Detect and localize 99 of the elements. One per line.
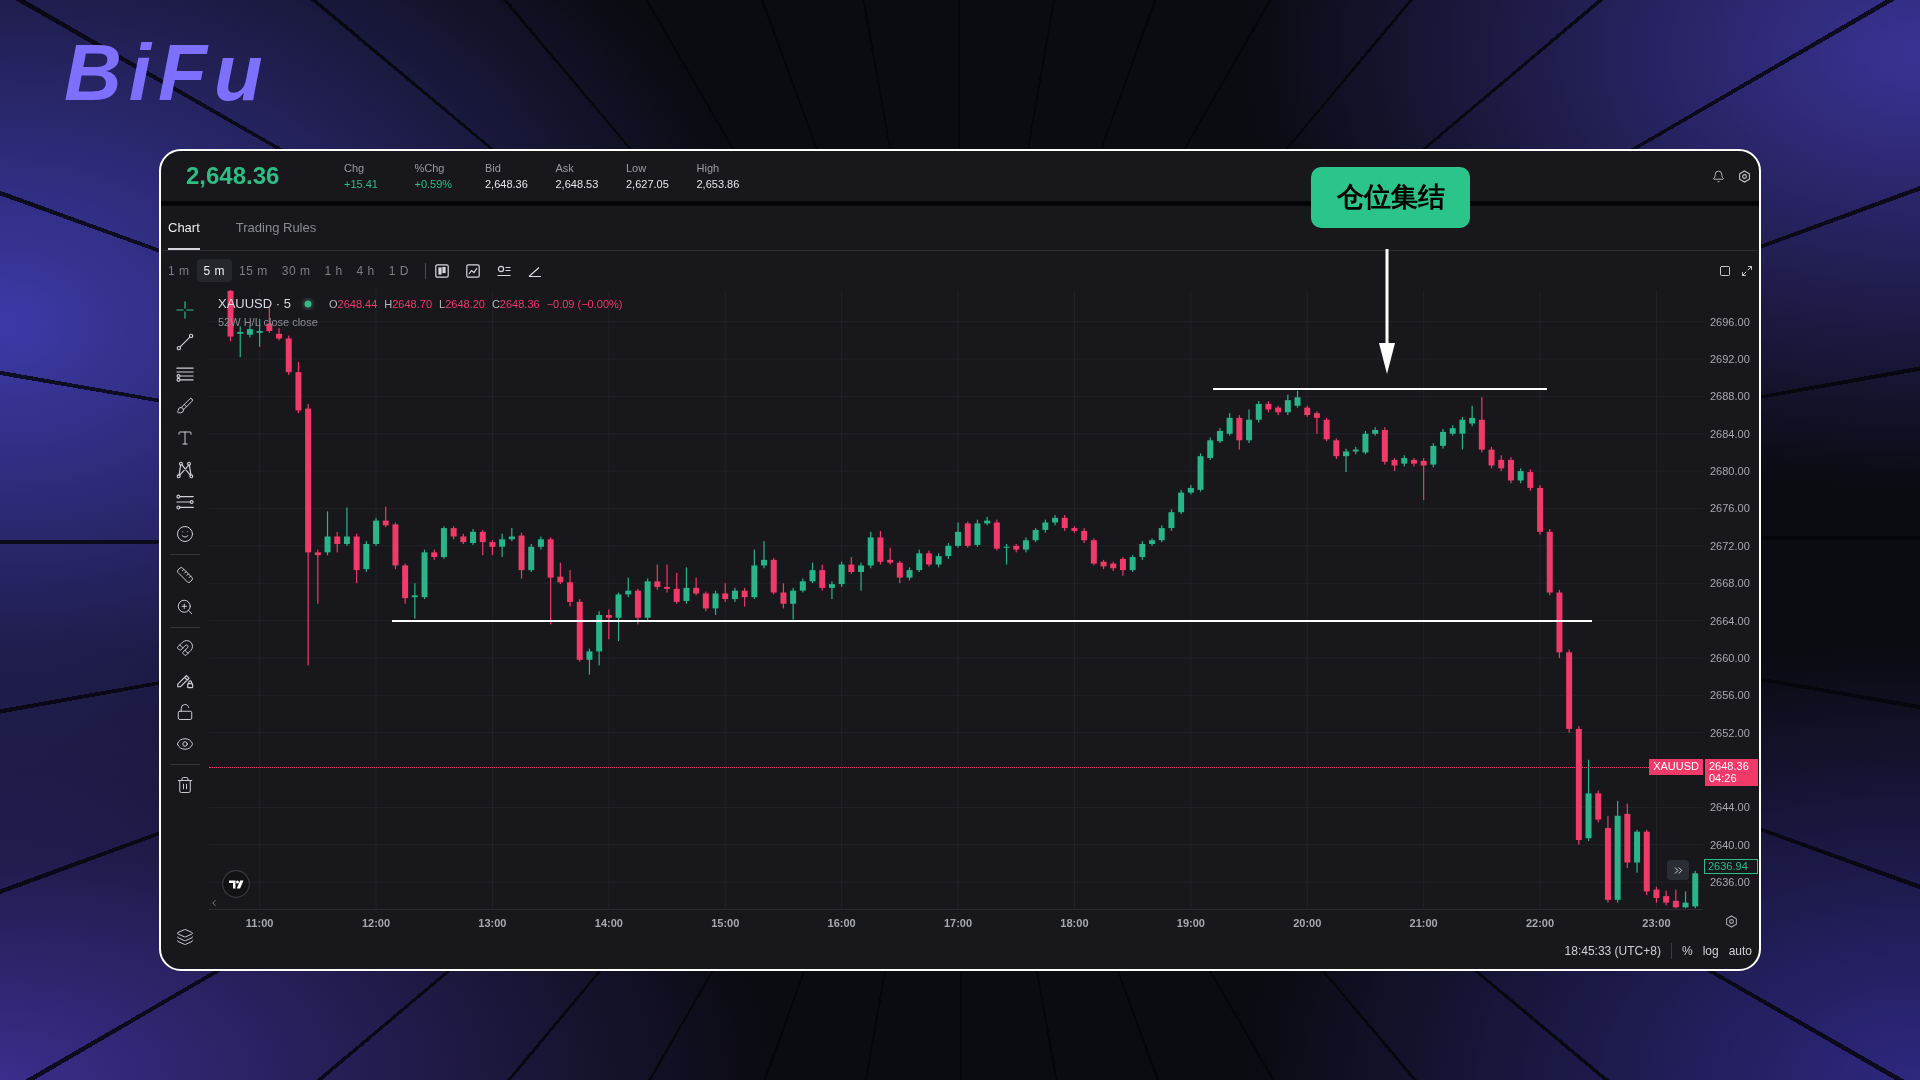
change-value: −0.09 (−0.00%) xyxy=(546,296,623,312)
bell-icon[interactable] xyxy=(1712,169,1725,183)
square-icon[interactable] xyxy=(1719,264,1731,277)
crosshair-icon[interactable] xyxy=(176,301,194,319)
candlestick xyxy=(828,581,835,600)
candlestick xyxy=(858,562,865,591)
time-axis-label: 17:00 xyxy=(943,916,973,931)
tag-price: 2648.36 xyxy=(1709,760,1750,773)
price-axis-label: 2664.00 xyxy=(1710,613,1750,628)
price-axis-label: 2640.00 xyxy=(1710,837,1750,852)
price-axis-label: 2672.00 xyxy=(1710,538,1750,553)
ohlc-field: H2648.70 xyxy=(384,295,432,312)
countdown-timer: 04:26 xyxy=(1709,772,1738,785)
candlestick xyxy=(664,564,671,593)
stat-value: 2,648.36 xyxy=(485,177,528,191)
zigzag-nodes-icon[interactable] xyxy=(176,461,194,479)
price-axis-label: 2696.00 xyxy=(1710,314,1750,329)
circle-lines-icon[interactable] xyxy=(496,263,511,278)
interval-button[interactable]: 4 h xyxy=(349,259,382,282)
price-axis-label: 2684.00 xyxy=(1710,426,1750,441)
zoom-in-icon[interactable] xyxy=(176,598,194,616)
scale-option-button[interactable]: % xyxy=(1681,942,1693,960)
stat-value: +0.59% xyxy=(414,177,453,191)
horizontal-lines-icon[interactable] xyxy=(176,365,194,383)
callout-label: 仓位集结 xyxy=(1311,167,1470,228)
lines-dots-icon[interactable] xyxy=(176,493,194,511)
horizontal-line[interactable] xyxy=(392,619,1592,622)
stat-label: Low xyxy=(626,161,647,175)
price-axis-label: 2644.00 xyxy=(1710,800,1750,815)
scale-option-button[interactable]: log xyxy=(1702,942,1719,960)
time-axis-label: 21:00 xyxy=(1409,916,1438,931)
layers-icon[interactable] xyxy=(176,928,194,946)
tab[interactable]: Trading Rules xyxy=(235,206,317,250)
price-axis-label: 2652.00 xyxy=(1710,725,1750,740)
interval-button[interactable]: 1 D xyxy=(381,259,416,282)
magnet-icon[interactable] xyxy=(176,639,194,657)
eye-icon[interactable] xyxy=(176,735,194,753)
stat-label: %Chg xyxy=(414,161,445,175)
ohlc-field: L2648.20 xyxy=(439,295,485,312)
price-axis-label: 2656.00 xyxy=(1710,688,1750,703)
timezone-clock: 18:45:33 (UTC+8) xyxy=(1564,943,1661,960)
stat-label: Bid xyxy=(485,161,501,175)
stat-value: +15.41 xyxy=(344,177,378,191)
line-segment-icon[interactable] xyxy=(176,333,194,351)
stat-label: Ask xyxy=(555,161,574,175)
price-axis-label: 2688.00 xyxy=(1710,389,1750,404)
line-chart-icon[interactable] xyxy=(465,263,480,278)
stat-value: 2,648.53 xyxy=(555,177,599,191)
candlestick xyxy=(1343,448,1350,473)
trash-icon[interactable] xyxy=(176,776,194,794)
expand-icon[interactable] xyxy=(1741,264,1753,277)
last-price-tag: 2636.94 xyxy=(1704,859,1758,875)
interval-button[interactable]: 1 h xyxy=(317,259,350,282)
price-axis-label: 2660.00 xyxy=(1710,650,1750,665)
ruler-icon[interactable] xyxy=(176,566,194,584)
time-axis-label: 20:00 xyxy=(1293,916,1322,931)
time-axis-label: 19:00 xyxy=(1176,916,1205,931)
lock-open-icon[interactable] xyxy=(176,703,194,721)
time-axis-label: 13:00 xyxy=(478,916,507,931)
price-axis-label: 2668.00 xyxy=(1710,576,1750,591)
time-axis-label: 14:00 xyxy=(594,916,623,931)
logo-icon[interactable] xyxy=(222,870,250,898)
time-axis-label: 15:00 xyxy=(711,916,740,931)
last-price: 2,648.36 xyxy=(186,161,281,191)
time-axis-label: 23:00 xyxy=(1642,916,1671,931)
ohlc-field: O2648.44 xyxy=(328,295,378,312)
symbol-tag: XAUUSD xyxy=(1649,758,1703,775)
interval-button[interactable]: 30 m xyxy=(274,259,318,282)
horizontal-line[interactable] xyxy=(1212,387,1547,390)
settings-icon[interactable] xyxy=(1724,914,1738,928)
stat-label: Chg xyxy=(344,161,365,175)
tab[interactable]: Chart xyxy=(168,206,200,250)
smiley-icon[interactable] xyxy=(176,525,194,543)
candlestick-icon[interactable] xyxy=(434,263,449,278)
scale-option-button[interactable]: auto xyxy=(1728,942,1752,960)
price-axis-label: 2680.00 xyxy=(1710,464,1750,479)
candlestick xyxy=(1313,411,1320,434)
text-icon[interactable] xyxy=(176,429,194,447)
interval-button[interactable]: 15 m xyxy=(232,259,275,282)
stat-label: High xyxy=(696,161,720,175)
price-axis-label: 2692.00 xyxy=(1710,352,1750,366)
brush-icon[interactable] xyxy=(176,397,194,415)
ohlc-field: C2648.36 xyxy=(491,295,540,312)
stat-value: 2,653.86 xyxy=(696,177,740,191)
chevron-left-icon[interactable] xyxy=(209,898,219,908)
stat-value: 2,627.05 xyxy=(626,177,669,191)
price-axis-label: 2636.00 xyxy=(1710,875,1750,890)
brand-logo: BiFu xyxy=(64,28,270,117)
candlestick xyxy=(343,507,350,546)
time-axis-label: 22:00 xyxy=(1525,916,1555,931)
interval-button[interactable]: 5 m xyxy=(196,259,233,282)
interval-button[interactable]: 1 m xyxy=(161,259,197,282)
time-axis-label: 12:00 xyxy=(361,916,391,931)
time-axis-label: 11:00 xyxy=(245,916,274,931)
scroll-right-button[interactable] xyxy=(1667,860,1689,880)
time-axis-label: 16:00 xyxy=(827,916,856,931)
time-axis-label: 18:00 xyxy=(1060,916,1089,931)
price-axis-label: 2676.00 xyxy=(1710,501,1750,516)
settings-icon[interactable] xyxy=(1738,169,1751,183)
